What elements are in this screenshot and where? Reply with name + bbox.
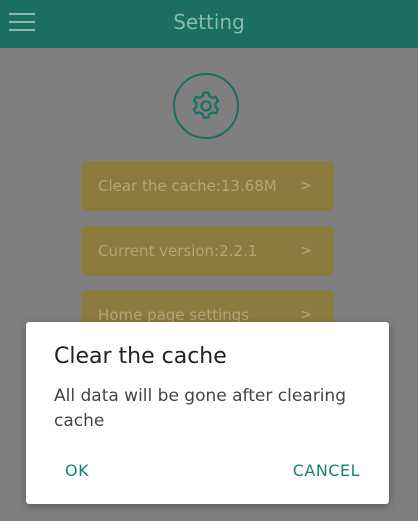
dialog-title: Clear the cache [54,344,227,369]
cancel-button[interactable]: CANCEL [293,461,360,480]
ok-button[interactable]: OK [65,461,89,480]
clear-cache-dialog: Clear the cache All data will be gone af… [26,322,389,504]
app-screen: Setting Clear the cache:13.68M > Current… [0,0,418,521]
dialog-message: All data will be gone after clearing cac… [54,386,346,431]
